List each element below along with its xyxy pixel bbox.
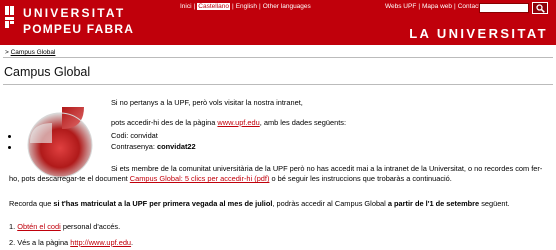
link-http-www-upf-edu[interactable]: http://www.upf.edu [70, 238, 131, 247]
bullet-icon [8, 135, 11, 138]
logo-text-pompeu-fabra[interactable]: POMPEU FABRA [23, 22, 134, 36]
language-bar: Inici | Castellano | English | Other languages [180, 3, 311, 10]
lang-link-english[interactable]: English [236, 3, 257, 10]
divider [3, 84, 553, 85]
link-obten-codi[interactable]: Obtén el codi [17, 222, 61, 231]
reminder-text: Recorda que si t'has matriculat a la UPF… [9, 199, 510, 208]
intro-access-text: pots accedir-hi des de la pàgina www.upf… [111, 118, 347, 127]
logo-text-universitat[interactable]: UNIVERSITAT [23, 6, 125, 20]
site-header: UNIVERSITAT POMPEU FABRA Inici | Castellan… [0, 0, 556, 45]
breadcrumb-separator: > [5, 49, 9, 56]
top-links: Webs UPF | Mapa web | Contacte [385, 3, 484, 10]
step-2: 2. Vés a la pàgina http://www.upf.edu. [9, 238, 134, 247]
divider [3, 57, 553, 58]
breadcrumb: > Campus Global [5, 49, 55, 56]
lang-link-castellano[interactable]: Castellano [197, 3, 230, 10]
member-instructions-text: Si ets membre de la comunitat università… [9, 164, 543, 184]
breadcrumb-link-campus-global[interactable]: Campus Global [11, 49, 56, 56]
search-input[interactable] [479, 3, 529, 13]
step-1: 1. Obtén el codi personal d'accés. [9, 222, 121, 231]
search-icon [536, 4, 545, 13]
search-button[interactable] [532, 2, 548, 14]
lang-link-inici[interactable]: Inici [180, 3, 192, 10]
bullet-icon [8, 146, 11, 149]
intro-text: Si no pertanys a la UPF, però vols visit… [111, 98, 303, 107]
section-title-la-universitat[interactable]: LA UNIVERSITAT [409, 26, 548, 41]
page-title: Campus Global [4, 65, 91, 79]
link-www-upf-edu[interactable]: www.upf.edu [217, 118, 259, 127]
list-item-password: Contrasenya: convidat22 [111, 142, 196, 151]
list-item-code: Codi: convidat [111, 131, 158, 140]
top-link-webs-upf[interactable]: Webs UPF [385, 3, 416, 10]
upf-logo-icon[interactable] [4, 5, 15, 29]
top-link-mapa-web[interactable]: Mapa web [422, 3, 452, 10]
link-campus-global-pdf[interactable]: Campus Global: 5 clics per accedir-hi (p… [130, 174, 270, 183]
lang-link-other[interactable]: Other languages [263, 3, 311, 10]
